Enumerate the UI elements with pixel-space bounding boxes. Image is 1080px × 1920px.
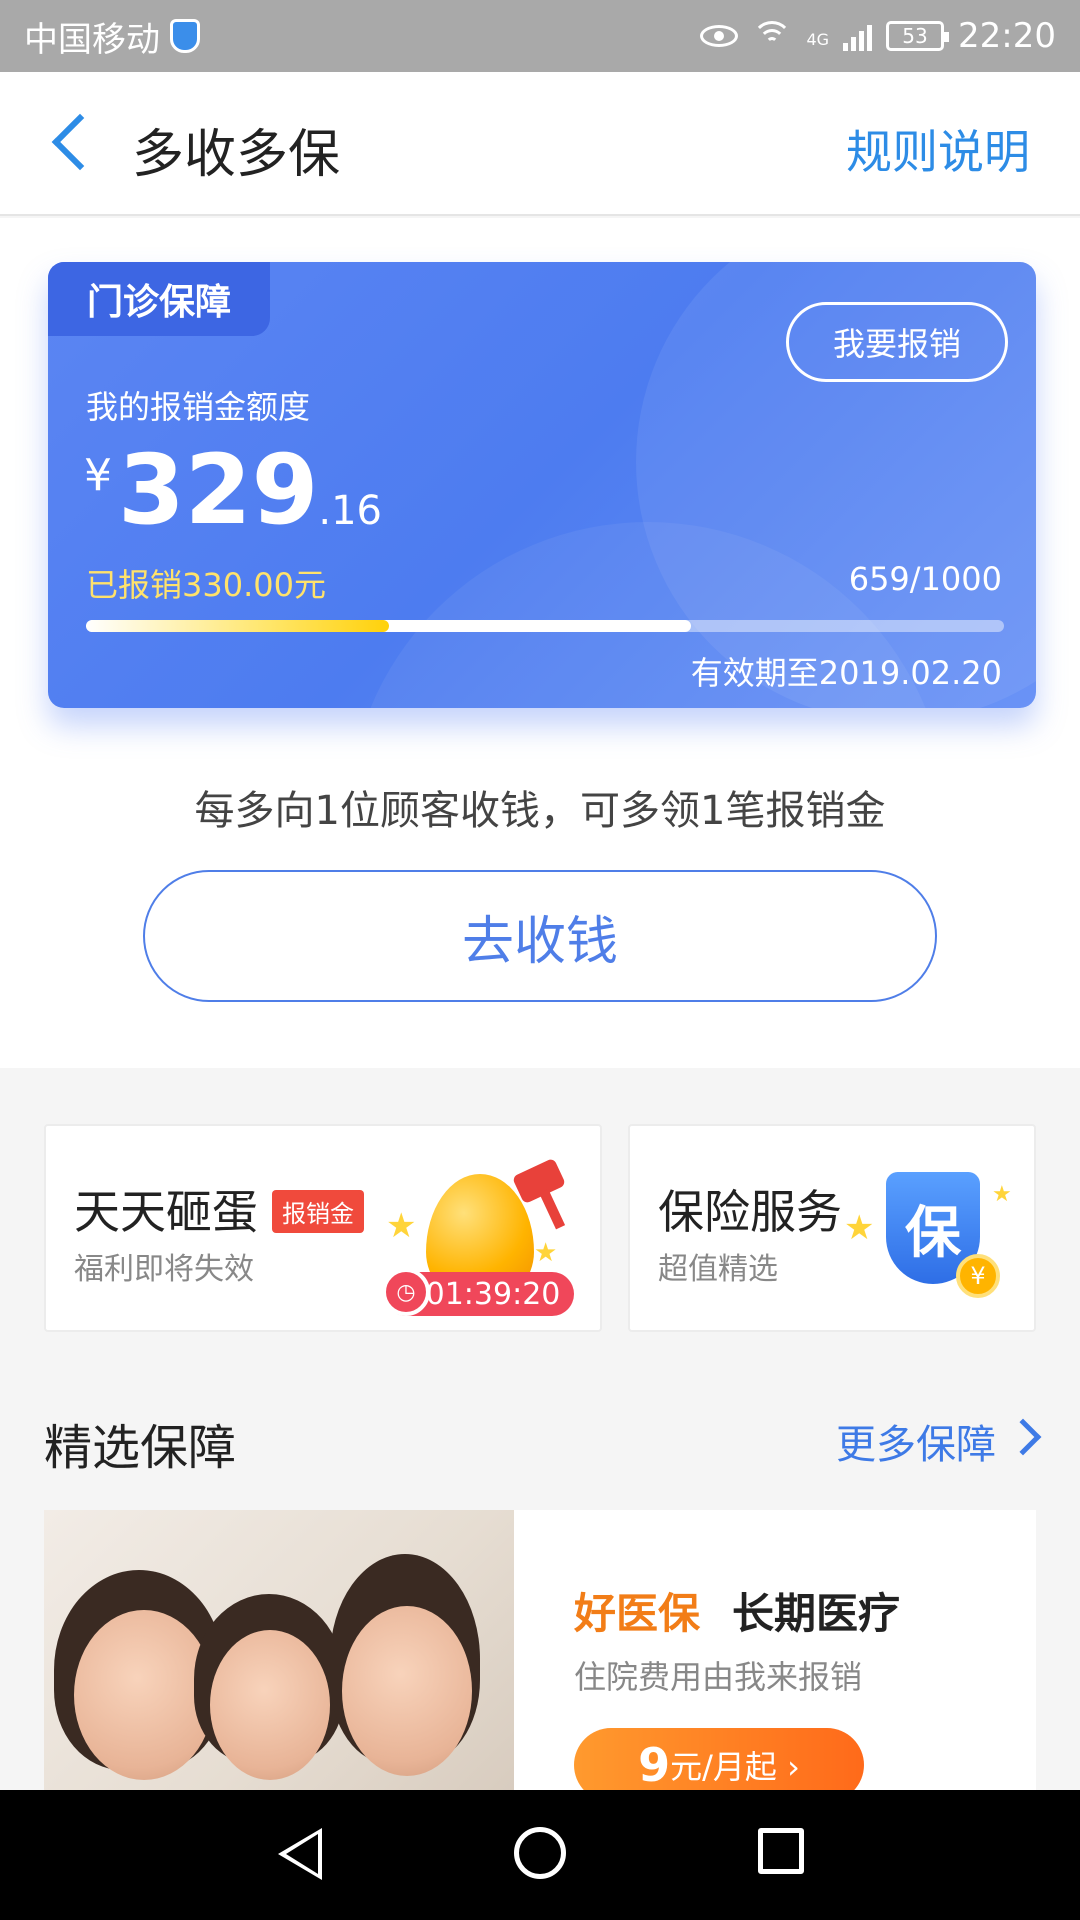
eye-comfort-icon [700, 25, 739, 47]
coin-icon: ¥ [956, 1254, 1000, 1298]
egg-smash-tile[interactable]: 天天砸蛋 报销金 福利即将失效 ★ ★ 01:39:20 ◷ [44, 1124, 602, 1332]
insurance-service-tile[interactable]: 保险服务 超值精选 ★ ★ 保 ¥ [628, 1124, 1036, 1332]
tile-title: 保险服务 [658, 1185, 842, 1239]
quota-amount: ¥ 329 .16 [84, 442, 382, 538]
star-icon: ★ [534, 1238, 558, 1268]
collect-money-button[interactable]: 去收钱 [143, 870, 937, 1002]
star-icon: ★ [992, 1182, 1012, 1207]
signal-icon [843, 21, 873, 51]
card-tag: 门诊保障 [48, 262, 270, 336]
tile-title: 天天砸蛋 [74, 1185, 258, 1239]
star-icon: ★ [844, 1208, 875, 1248]
reimbursed-amount: 已报销330.00元 [86, 566, 326, 604]
nav-home-icon[interactable] [514, 1827, 566, 1879]
star-icon: ★ [386, 1206, 417, 1246]
product-description: 住院费用由我来报销 [574, 1658, 863, 1696]
status-icons: 4G 53 22:20 [700, 16, 1056, 56]
reimbursement-card: 门诊保障 我要报销 我的报销金额度 ¥ 329 .16 已报销330.00元 6… [48, 262, 1036, 708]
price-unit: 元/月起 › [670, 1748, 800, 1786]
price-amount: 9 [638, 1738, 671, 1790]
chevron-right-icon[interactable] [1004, 1418, 1042, 1456]
stopwatch-icon: ◷ [382, 1268, 430, 1316]
battery-icon: 53 [886, 21, 950, 51]
navigation-bar: 多收多保 规则说明 [0, 72, 1080, 216]
collect-tip: 每多向1位顾客收钱，可多领1笔报销金 [194, 788, 886, 834]
network-type: 4G [806, 30, 830, 49]
tile-subtitle: 超值精选 [658, 1252, 778, 1287]
family-photo [44, 1510, 514, 1790]
security-shield-icon [170, 19, 200, 53]
product-brand: 好医保 [574, 1589, 701, 1638]
back-icon[interactable] [51, 113, 109, 171]
reimbursement-badge: 报销金 [272, 1190, 364, 1233]
rules-link[interactable]: 规则说明 [846, 116, 1030, 182]
featured-section-header: 精选保障 更多保障 [0, 1390, 1080, 1490]
product-card[interactable]: 好医保 长期医疗 住院费用由我来报销 9 元/月起 › [44, 1510, 1036, 1790]
product-name: 长期医疗 [732, 1589, 901, 1638]
price-button[interactable]: 9 元/月起 › [574, 1728, 864, 1790]
quota-label: 我的报销金额度 [86, 388, 311, 426]
currency-symbol: ¥ [84, 450, 112, 501]
wifi-icon [752, 21, 793, 51]
status-bar: 中国移动 4G 53 22:20 [0, 0, 1080, 72]
hammer-icon [511, 1157, 567, 1205]
progress-reimbursed-fill [86, 620, 389, 632]
amount-decimal: .16 [318, 488, 383, 534]
more-coverage-link[interactable]: 更多保障 [836, 1412, 996, 1470]
nav-back-icon[interactable] [278, 1828, 322, 1880]
battery-level: 53 [902, 24, 928, 48]
clock: 22:20 [958, 16, 1056, 56]
progress-bar [86, 620, 1004, 632]
section-title: 精选保障 [44, 1420, 237, 1476]
amount-integer: 329 [118, 434, 319, 546]
carrier-name: 中国移动 [24, 19, 160, 60]
claim-button[interactable]: 我要报销 [786, 302, 1008, 382]
page-title: 多收多保 [132, 125, 341, 185]
validity-date: 有效期至2019.02.20 [690, 654, 1002, 692]
customer-count: 659/1000 [848, 560, 1002, 598]
system-navigation-bar [0, 1790, 1080, 1920]
nav-recents-icon[interactable] [758, 1828, 804, 1874]
carrier: 中国移动 [24, 12, 200, 61]
tile-subtitle: 福利即将失效 [74, 1252, 254, 1287]
